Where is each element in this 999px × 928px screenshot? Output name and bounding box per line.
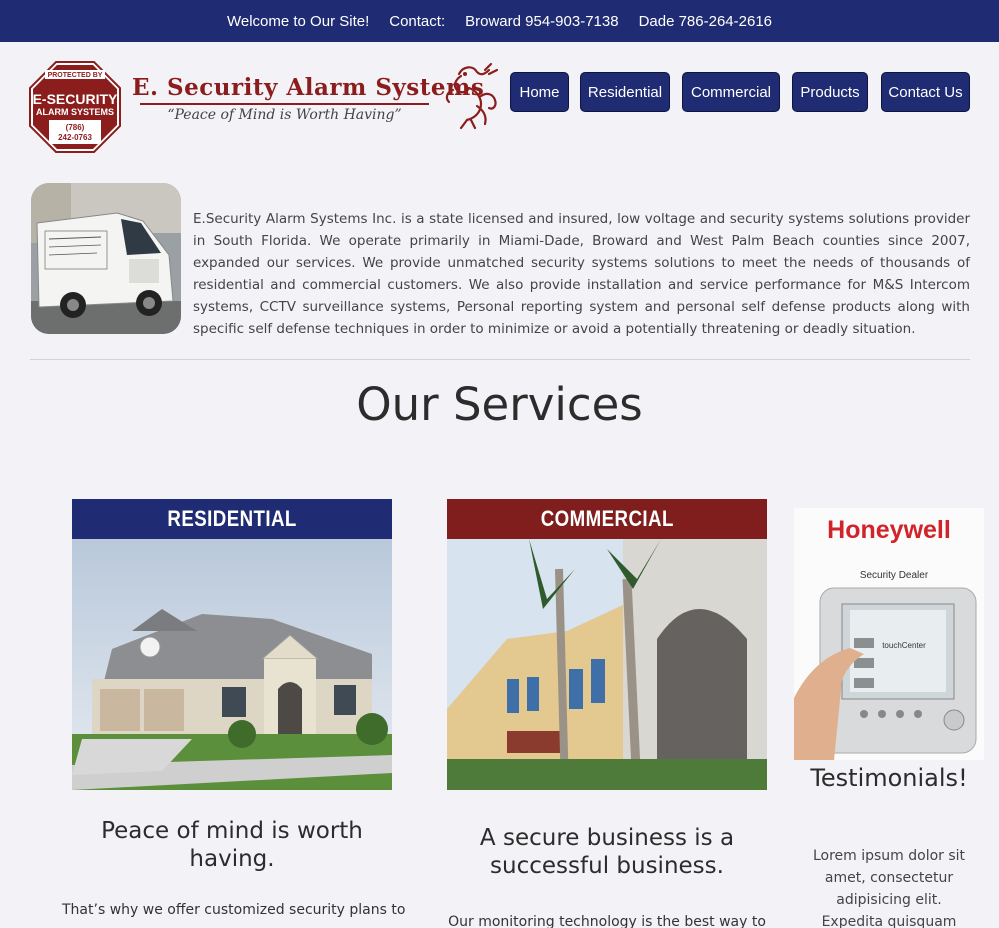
honeywell-dealer-image[interactable]: Honeywell Security Dealer touchCenter xyxy=(794,508,984,760)
commercial-heading-label: COMMERCIAL xyxy=(540,506,674,531)
testimonials-text: Lorem ipsum dolor sit amet, consectetur … xyxy=(812,848,966,928)
testimonials-title: Testimonials! xyxy=(810,764,968,792)
nav-contact-us[interactable]: Contact Us xyxy=(881,72,970,112)
sign-line4: (786) xyxy=(66,123,85,132)
nav-residential-label: Residential xyxy=(587,83,663,101)
honeywell-logo: Honeywell xyxy=(827,516,951,544)
nav-products[interactable]: Products xyxy=(792,72,868,112)
residential-heading[interactable]: RESIDENTIAL xyxy=(72,499,392,539)
intro-paragraph: E.Security Alarm Systems Inc. is a state… xyxy=(193,211,970,337)
nav-commercial-label: Commercial xyxy=(690,83,771,101)
sign-line3: ALARM SYSTEMS xyxy=(36,107,114,117)
brand-name: E. Security Alarm Systems xyxy=(132,74,485,101)
commercial-building-photo[interactable] xyxy=(447,539,767,790)
touchcenter-label: touchCenter xyxy=(882,641,926,650)
sign-line5: 242-0763 xyxy=(58,133,92,142)
security-sign-logo[interactable]: PROTECTED BY E-SECURITY ALARM SYSTEMS (7… xyxy=(29,61,121,153)
sign-line1: PROTECTED BY xyxy=(48,72,103,79)
security-dealer-label: Security Dealer xyxy=(860,570,929,581)
services-title: Our Services xyxy=(356,378,643,431)
commercial-heading[interactable]: COMMERCIAL xyxy=(447,499,767,539)
nav-home[interactable]: Home xyxy=(510,72,569,112)
commercial-text: Our monitoring technology is the best wa… xyxy=(448,914,766,928)
nav-home-label: Home xyxy=(519,83,560,101)
lion-crest-icon xyxy=(445,62,499,130)
residential-heading-label: RESIDENTIAL xyxy=(167,506,297,531)
brand-logo[interactable]: E. Security Alarm Systems “Peace of Mind… xyxy=(132,74,485,134)
contact-label: Contact: xyxy=(389,12,446,30)
nav-commercial[interactable]: Commercial xyxy=(682,72,780,112)
brand-tagline: “Peace of Mind is Worth Having” xyxy=(167,107,402,123)
nav-products-label: Products xyxy=(800,83,860,101)
brand-underline xyxy=(140,103,429,105)
section-divider xyxy=(30,359,970,360)
residential-subtitle: Peace of mind is worth having. xyxy=(101,818,363,872)
nav-contact-us-label: Contact Us xyxy=(888,83,963,101)
welcome-text: Welcome to Our Site! xyxy=(226,12,370,30)
dade-phone[interactable]: Dade 786-264-2616 xyxy=(639,13,772,30)
nav-residential[interactable]: Residential xyxy=(580,72,670,112)
broward-phone[interactable]: Broward 954-903-7138 xyxy=(465,13,618,30)
residential-text: That’s why we offer customized security … xyxy=(62,902,406,918)
company-van-photo xyxy=(31,183,181,334)
sign-line2: E-SECURITY xyxy=(33,91,118,107)
top-bar: Welcome to Our Site! Contact: Broward 95… xyxy=(0,0,999,42)
commercial-subtitle: A secure business is a successful busine… xyxy=(479,825,735,879)
residential-house-photo[interactable] xyxy=(72,539,392,790)
